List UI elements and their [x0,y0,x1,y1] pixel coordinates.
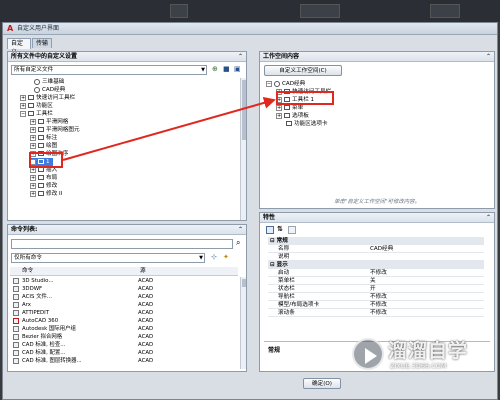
watermark-logo [352,338,384,370]
play-icon [365,348,377,364]
watermark-brand: 溜溜自学 [388,340,469,362]
drag-arrow-line [62,96,276,161]
watermark-url: ZIXUE.3D66.COM [390,362,447,370]
watermark: 溜溜自学 ZIXUE.3D66.COM [352,336,492,378]
